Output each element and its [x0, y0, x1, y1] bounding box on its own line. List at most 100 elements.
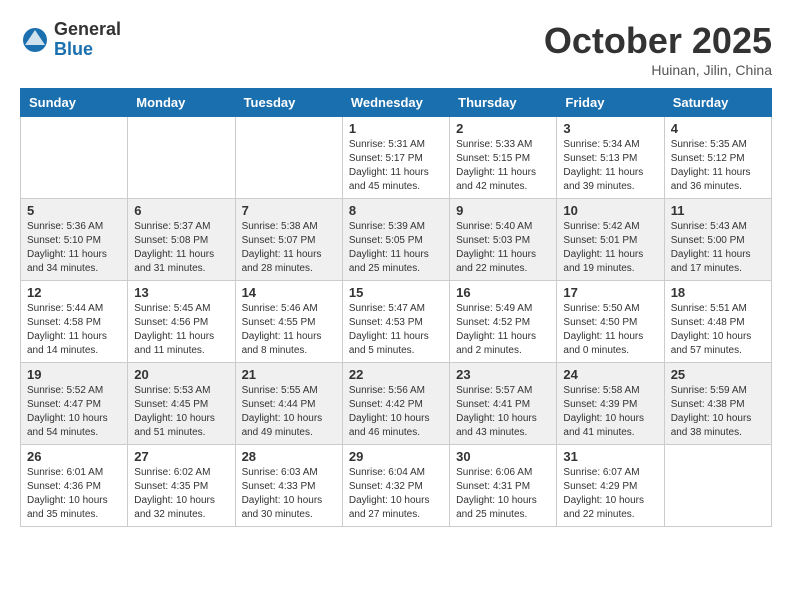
day-number: 6	[134, 203, 228, 218]
day-number: 9	[456, 203, 550, 218]
day-number: 1	[349, 121, 443, 136]
day-number: 8	[349, 203, 443, 218]
day-info: Sunrise: 5:47 AM Sunset: 4:53 PM Dayligh…	[349, 302, 443, 358]
logo-icon	[20, 25, 50, 55]
logo-general: General	[54, 20, 121, 40]
day-info: Sunrise: 5:34 AM Sunset: 5:13 PM Dayligh…	[563, 138, 657, 194]
day-header-tuesday: Tuesday	[235, 89, 342, 117]
calendar-cell: 7 Sunrise: 5:38 AM Sunset: 5:07 PM Daylig…	[235, 199, 342, 281]
day-info: Sunrise: 5:52 AM Sunset: 4:47 PM Dayligh…	[27, 384, 121, 440]
day-info: Sunrise: 5:33 AM Sunset: 5:15 PM Dayligh…	[456, 138, 550, 194]
day-number: 27	[134, 449, 228, 464]
day-number: 3	[563, 121, 657, 136]
logo: General Blue	[20, 20, 121, 60]
day-info: Sunrise: 5:35 AM Sunset: 5:12 PM Dayligh…	[671, 138, 765, 194]
calendar-cell: 8 Sunrise: 5:39 AM Sunset: 5:05 PM Daylig…	[342, 199, 449, 281]
calendar-cell: 13 Sunrise: 5:45 AM Sunset: 4:56 PM Dayli…	[128, 281, 235, 363]
calendar-cell: 2Sunrise: 5:33 AM Sunset: 5:15 PM Daylig…	[450, 117, 557, 199]
day-number: 15	[349, 285, 443, 300]
calendar-cell	[21, 117, 128, 199]
day-info: Sunrise: 5:55 AM Sunset: 4:44 PM Dayligh…	[242, 384, 336, 440]
day-info: Sunrise: 6:02 AM Sunset: 4:35 PM Dayligh…	[134, 466, 228, 522]
day-number: 12	[27, 285, 121, 300]
calendar-cell	[664, 445, 771, 527]
calendar-cell: 1 Sunrise: 5:31 AM Sunset: 5:17 PM Daylig…	[342, 117, 449, 199]
calendar-cell: 17Sunrise: 5:50 AM Sunset: 4:50 PM Dayli…	[557, 281, 664, 363]
day-info: Sunrise: 5:50 AM Sunset: 4:50 PM Dayligh…	[563, 302, 657, 358]
day-info: Sunrise: 6:06 AM Sunset: 4:31 PM Dayligh…	[456, 466, 550, 522]
day-info: Sunrise: 5:39 AM Sunset: 5:05 PM Dayligh…	[349, 220, 443, 276]
calendar-week-row: 19 Sunrise: 5:52 AM Sunset: 4:47 PM Dayli…	[21, 363, 772, 445]
calendar-cell: 23 Sunrise: 5:57 AM Sunset: 4:41 PM Dayli…	[450, 363, 557, 445]
day-info: Sunrise: 6:07 AM Sunset: 4:29 PM Dayligh…	[563, 466, 657, 522]
day-number: 19	[27, 367, 121, 382]
day-info: Sunrise: 5:31 AM Sunset: 5:17 PM Dayligh…	[349, 138, 443, 194]
month-title: October 2025	[544, 20, 772, 62]
day-header-saturday: Saturday	[664, 89, 771, 117]
calendar-cell: 25 Sunrise: 5:59 AM Sunset: 4:38 PM Dayli…	[664, 363, 771, 445]
calendar-cell: 14 Sunrise: 5:46 AM Sunset: 4:55 PM Dayli…	[235, 281, 342, 363]
day-info: Sunrise: 5:44 AM Sunset: 4:58 PM Dayligh…	[27, 302, 121, 358]
calendar-cell: 11 Sunrise: 5:43 AM Sunset: 5:00 PM Dayli…	[664, 199, 771, 281]
day-info: Sunrise: 6:01 AM Sunset: 4:36 PM Dayligh…	[27, 466, 121, 522]
day-number: 20	[134, 367, 228, 382]
calendar-cell: 4 Sunrise: 5:35 AM Sunset: 5:12 PM Daylig…	[664, 117, 771, 199]
title-block: October 2025 Huinan, Jilin, China	[544, 20, 772, 78]
day-info: Sunrise: 5:38 AM Sunset: 5:07 PM Dayligh…	[242, 220, 336, 276]
day-header-friday: Friday	[557, 89, 664, 117]
day-info: Sunrise: 5:45 AM Sunset: 4:56 PM Dayligh…	[134, 302, 228, 358]
calendar-week-row: 12 Sunrise: 5:44 AM Sunset: 4:58 PM Dayli…	[21, 281, 772, 363]
day-number: 5	[27, 203, 121, 218]
day-info: Sunrise: 5:53 AM Sunset: 4:45 PM Dayligh…	[134, 384, 228, 440]
calendar-week-row: 5 Sunrise: 5:36 AM Sunset: 5:10 PM Daylig…	[21, 199, 772, 281]
day-info: Sunrise: 5:58 AM Sunset: 4:39 PM Dayligh…	[563, 384, 657, 440]
day-info: Sunrise: 5:49 AM Sunset: 4:52 PM Dayligh…	[456, 302, 550, 358]
page-header: General Blue October 2025 Huinan, Jilin,…	[20, 20, 772, 78]
day-info: Sunrise: 5:56 AM Sunset: 4:42 PM Dayligh…	[349, 384, 443, 440]
calendar-header-row: SundayMondayTuesdayWednesdayThursdayFrid…	[21, 89, 772, 117]
day-number: 10	[563, 203, 657, 218]
day-number: 25	[671, 367, 765, 382]
day-info: Sunrise: 5:43 AM Sunset: 5:00 PM Dayligh…	[671, 220, 765, 276]
day-number: 23	[456, 367, 550, 382]
logo-blue: Blue	[54, 40, 121, 60]
calendar-cell: 16 Sunrise: 5:49 AM Sunset: 4:52 PM Dayli…	[450, 281, 557, 363]
calendar-cell	[128, 117, 235, 199]
day-number: 28	[242, 449, 336, 464]
calendar-cell: 9Sunrise: 5:40 AM Sunset: 5:03 PM Daylig…	[450, 199, 557, 281]
location: Huinan, Jilin, China	[544, 62, 772, 78]
day-number: 22	[349, 367, 443, 382]
day-number: 7	[242, 203, 336, 218]
day-number: 16	[456, 285, 550, 300]
day-number: 11	[671, 203, 765, 218]
calendar-cell: 12 Sunrise: 5:44 AM Sunset: 4:58 PM Dayli…	[21, 281, 128, 363]
calendar-cell: 18 Sunrise: 5:51 AM Sunset: 4:48 PM Dayli…	[664, 281, 771, 363]
calendar-cell: 6 Sunrise: 5:37 AM Sunset: 5:08 PM Daylig…	[128, 199, 235, 281]
calendar-cell: 21 Sunrise: 5:55 AM Sunset: 4:44 PM Dayli…	[235, 363, 342, 445]
calendar-cell: 19 Sunrise: 5:52 AM Sunset: 4:47 PM Dayli…	[21, 363, 128, 445]
day-info: Sunrise: 5:36 AM Sunset: 5:10 PM Dayligh…	[27, 220, 121, 276]
day-info: Sunrise: 5:37 AM Sunset: 5:08 PM Dayligh…	[134, 220, 228, 276]
calendar-cell: 29Sunrise: 6:04 AM Sunset: 4:32 PM Dayli…	[342, 445, 449, 527]
calendar-cell: 31Sunrise: 6:07 AM Sunset: 4:29 PM Dayli…	[557, 445, 664, 527]
day-number: 13	[134, 285, 228, 300]
day-info: Sunrise: 5:57 AM Sunset: 4:41 PM Dayligh…	[456, 384, 550, 440]
day-info: Sunrise: 5:51 AM Sunset: 4:48 PM Dayligh…	[671, 302, 765, 358]
day-number: 4	[671, 121, 765, 136]
calendar-cell: 10Sunrise: 5:42 AM Sunset: 5:01 PM Dayli…	[557, 199, 664, 281]
calendar-table: SundayMondayTuesdayWednesdayThursdayFrid…	[20, 88, 772, 527]
day-number: 14	[242, 285, 336, 300]
day-number: 21	[242, 367, 336, 382]
calendar-cell: 30 Sunrise: 6:06 AM Sunset: 4:31 PM Dayli…	[450, 445, 557, 527]
day-number: 30	[456, 449, 550, 464]
day-header-wednesday: Wednesday	[342, 89, 449, 117]
calendar-cell: 28Sunrise: 6:03 AM Sunset: 4:33 PM Dayli…	[235, 445, 342, 527]
calendar-cell: 5 Sunrise: 5:36 AM Sunset: 5:10 PM Daylig…	[21, 199, 128, 281]
day-info: Sunrise: 5:59 AM Sunset: 4:38 PM Dayligh…	[671, 384, 765, 440]
calendar-cell: 26Sunrise: 6:01 AM Sunset: 4:36 PM Dayli…	[21, 445, 128, 527]
day-number: 18	[671, 285, 765, 300]
calendar-week-row: 1 Sunrise: 5:31 AM Sunset: 5:17 PM Daylig…	[21, 117, 772, 199]
day-info: Sunrise: 5:46 AM Sunset: 4:55 PM Dayligh…	[242, 302, 336, 358]
calendar-week-row: 26Sunrise: 6:01 AM Sunset: 4:36 PM Dayli…	[21, 445, 772, 527]
calendar-cell	[235, 117, 342, 199]
